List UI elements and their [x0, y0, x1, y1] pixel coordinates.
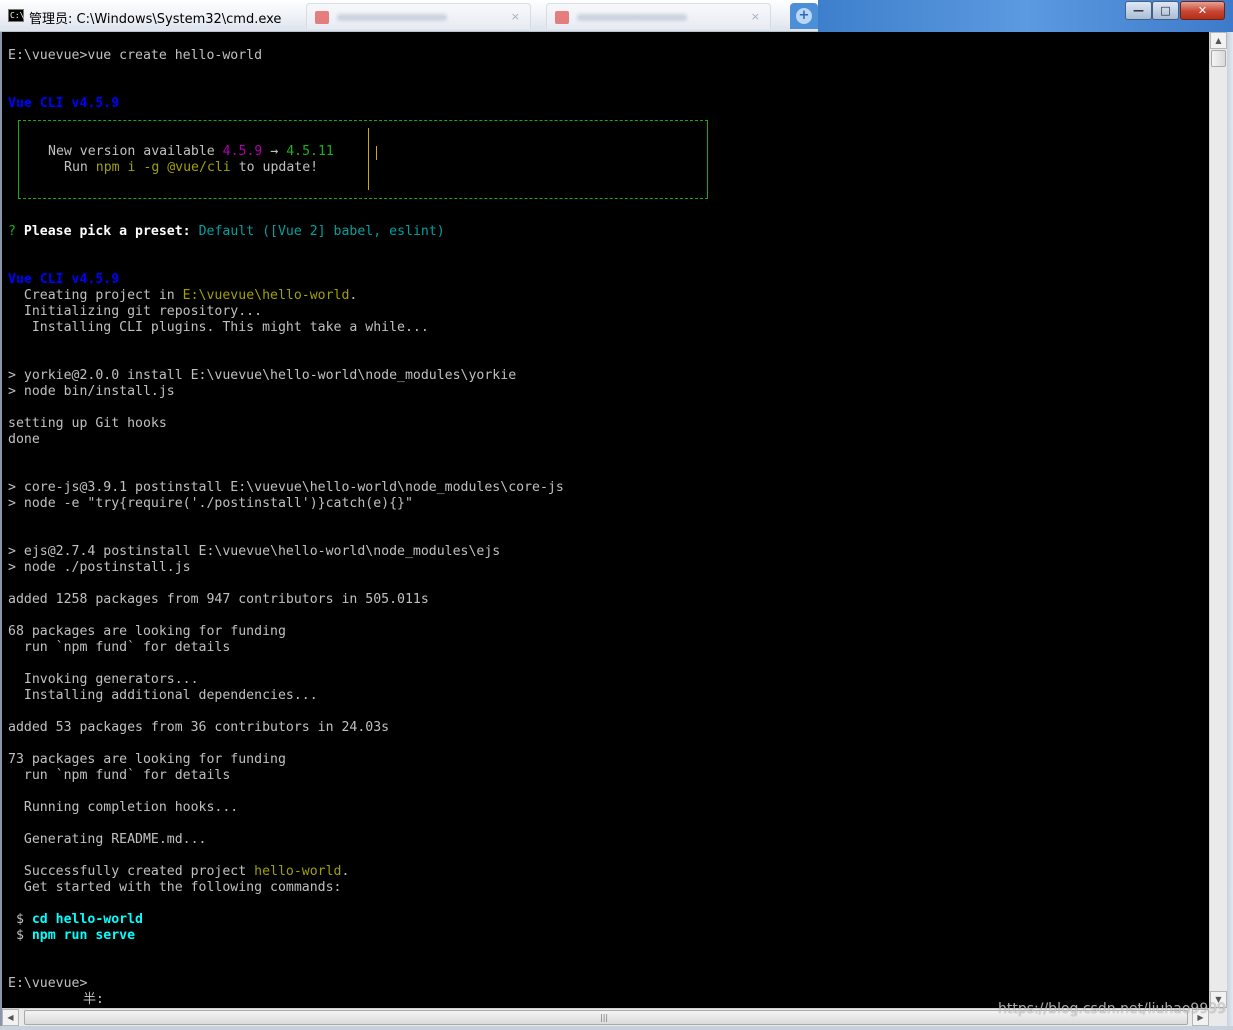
success-line: Successfully created project hello-world…	[8, 864, 350, 880]
console-line: Invoking generators...	[8, 672, 199, 687]
close-button[interactable]: ✕	[1180, 1, 1225, 20]
update-box-border	[18, 120, 708, 121]
old-version: 4.5.9	[222, 144, 263, 159]
grip-icon: |||	[600, 1013, 609, 1022]
window-title: 管理员: C:\Windows\System32\cmd.exe	[29, 12, 282, 27]
close-tab-icon[interactable]: ×	[511, 10, 520, 23]
dollar-prompt: $	[8, 928, 32, 943]
creating-line: Creating project in E:\vuevue\hello-worl…	[8, 288, 357, 304]
console-line: done	[8, 432, 40, 447]
ime-indicator: 半:	[83, 992, 104, 1007]
title-bar[interactable]: C:\ 管理员: C:\Windows\System32\cmd.exe × ×…	[0, 0, 1233, 32]
console-line: run `npm fund` for details	[8, 640, 231, 655]
update-suffix: to update!	[230, 160, 319, 175]
new-version: 4.5.11	[286, 144, 334, 159]
console-line: > node bin/install.js	[8, 384, 175, 399]
success-suffix: .	[341, 864, 350, 879]
arrow-icon: →	[262, 144, 287, 159]
scroll-left-icon[interactable]: ◀	[2, 1009, 19, 1026]
project-name: hello-world	[254, 864, 342, 879]
update-notice: New version available 4.5.9 → 4.5.11	[48, 144, 334, 160]
update-command: npm i -g @vue/cli	[95, 160, 231, 175]
creating-suffix: .	[349, 288, 358, 303]
success-text: Successfully created project	[8, 864, 255, 879]
console-line: Installing additional dependencies...	[8, 688, 318, 703]
watermark: https://blog.csdn.net/liuhao9999	[998, 1001, 1227, 1017]
update-text: New version available	[48, 144, 223, 159]
dollar-prompt: $	[8, 912, 32, 927]
console-line: added 1258 packages from 947 contributor…	[8, 592, 429, 607]
vertical-scroll-thumb[interactable]	[1211, 50, 1226, 67]
vue-cli-banner: Vue CLI v4.5.9	[8, 96, 120, 111]
background-tab[interactable]: ×	[546, 3, 771, 29]
cd-command: cd hello-world	[31, 912, 143, 927]
window-frame-bottom	[0, 1026, 1233, 1030]
window-frame-right	[1227, 32, 1233, 1030]
creating-text: Creating project in	[8, 288, 183, 303]
maximize-button[interactable]: □	[1152, 1, 1179, 20]
console-line: Initializing git repository...	[8, 304, 263, 319]
command-prompt[interactable]: E:\vuevue>	[8, 976, 87, 992]
console-line: > node -e "try{require('./postinstall')}…	[8, 496, 413, 511]
console-line: run `npm fund` for details	[8, 768, 231, 783]
console-line: 68 packages are looking for funding	[8, 624, 286, 639]
console-line: > yorkie@2.0.0 install E:\vuevue\hello-w…	[8, 368, 517, 383]
console-line: E:\vuevue>vue create hello-world	[8, 48, 263, 63]
new-tab-button[interactable]: +	[790, 3, 818, 29]
plus-icon: +	[796, 8, 812, 24]
console-output[interactable]: E:\vuevue>vue create hello-world Vue CLI…	[2, 32, 1209, 1008]
serve-command: npm run serve	[31, 928, 136, 943]
console-line: Generating README.md...	[8, 832, 207, 847]
minimize-button[interactable]: —	[1125, 1, 1152, 20]
console-line: Running completion hooks...	[8, 800, 239, 815]
tab-favicon-icon	[315, 11, 329, 24]
command-line-cd: $ cd hello-world	[8, 912, 143, 928]
console-line: added 53 packages from 36 contributors i…	[8, 720, 390, 735]
cmd-icon: C:\	[8, 9, 25, 22]
scroll-up-icon[interactable]: ▲	[1210, 32, 1227, 49]
update-box-divider	[368, 128, 369, 190]
console-line: > ejs@2.7.4 postinstall E:\vuevue\hello-…	[8, 544, 501, 559]
console-line: Installing CLI plugins. This might take …	[8, 320, 429, 335]
console-line: 73 packages are looking for funding	[8, 752, 286, 767]
update-box-border	[18, 120, 19, 198]
tab-favicon-icon	[555, 11, 569, 24]
update-box-divider	[376, 146, 377, 160]
vue-cli-banner: Vue CLI v4.5.9	[8, 272, 120, 287]
question-mark-icon: ?	[8, 224, 16, 239]
preset-question: Please pick a preset:	[15, 224, 199, 239]
project-path: E:\vuevue\hello-world	[182, 288, 350, 303]
update-box-border	[18, 198, 708, 199]
command-line-serve: $ npm run serve	[8, 928, 135, 944]
update-command-line: Run npm i -g @vue/cli to update!	[64, 160, 318, 176]
preset-answer: Default ([Vue 2] babel, eslint)	[198, 224, 445, 239]
run-word: Run	[64, 160, 96, 175]
update-box-border	[707, 120, 708, 198]
tab-label-blurred	[337, 14, 447, 21]
background-tab[interactable]: ×	[306, 3, 531, 29]
console-line: > core-js@3.9.1 postinstall E:\vuevue\he…	[8, 480, 564, 495]
console-line: > node ./postinstall.js	[8, 560, 191, 575]
console-line: Get started with the following commands:	[8, 880, 342, 895]
console-line: setting up Git hooks	[8, 416, 167, 431]
vertical-scrollbar[interactable]: ▲ ▼	[1209, 32, 1227, 1008]
close-tab-icon[interactable]: ×	[751, 10, 760, 23]
preset-line: ? Please pick a preset: Default ([Vue 2]…	[8, 224, 445, 240]
tab-label-blurred	[577, 14, 687, 21]
